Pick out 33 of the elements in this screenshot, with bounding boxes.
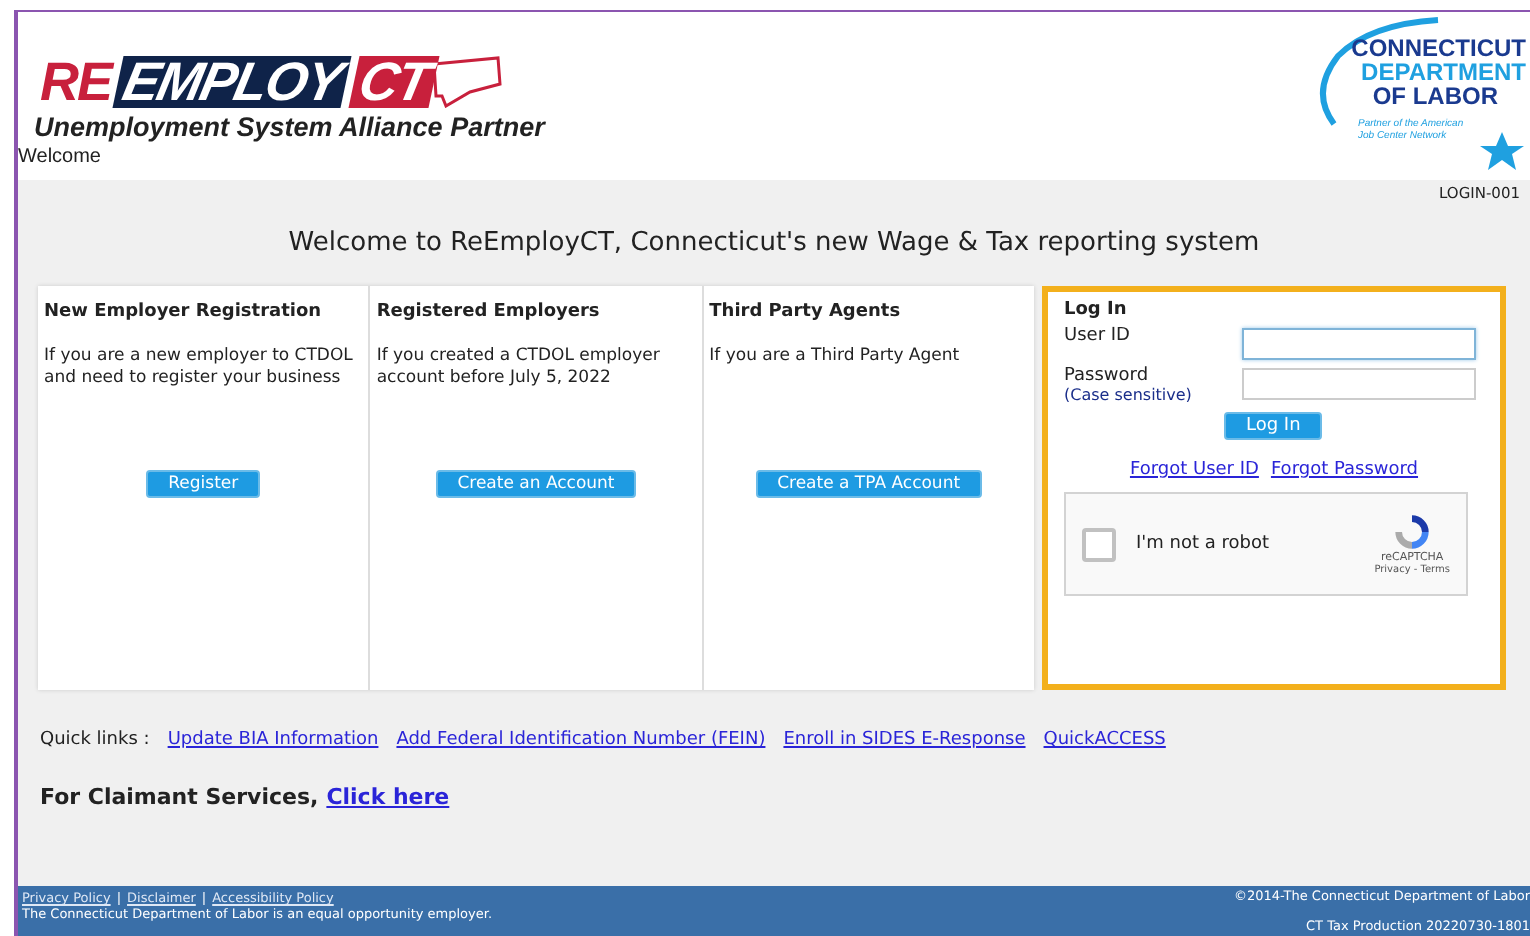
welcome-text: Welcome [18,146,103,168]
recaptcha-icon [1392,512,1433,552]
quick-link[interactable]: Enroll in SIDES E-Response [783,730,1026,750]
logo-line: CONNECTICUT [1349,36,1526,60]
logo-word: CT [347,56,439,108]
input-field[interactable] [1242,368,1476,400]
claimant-link[interactable]: Click here [326,784,450,810]
field-label: Password [1064,366,1151,386]
card-title: Registered Employers [376,302,602,322]
card-title: New Employer Registration [44,302,324,322]
forgot-link[interactable]: Forgot Password [1270,460,1419,480]
logo-line: DEPARTMENT [1359,60,1526,84]
input-field[interactable] [1242,328,1476,360]
quick-links-label: Quick links : [40,730,150,750]
login-title: Log In [1064,300,1129,320]
quick-link[interactable]: Add Federal Identification Number (FEIN) [396,730,766,750]
forgot-link[interactable]: Forgot User ID [1129,460,1259,480]
logo-word: EMPLOY [111,56,351,108]
claimant-text: For Claimant Services, [40,784,319,810]
logo-line: OF LABOR [1370,84,1500,108]
card-text: If you created a CTDOL employer account before July 5, 2022 [376,346,662,392]
quick-link[interactable]: QuickACCESS [1043,730,1166,750]
logo-tagline: Unemployment System Alliance Partner [34,112,545,142]
quick-link[interactable]: Update BIA Information [167,730,379,750]
card-text: If you are a Third Party Agent [709,346,962,370]
captcha-label: I'm not a robot [1136,534,1271,554]
page-heading: Welcome to ReEmployCT, Connecticut's new Wage & Tax reporting system [286,228,1262,258]
card-title: Third Party Agents [709,302,903,322]
logo-word: RE [38,56,116,108]
field-hint: (Case sensitive) [1064,386,1192,404]
captcha-checkbox[interactable] [1082,527,1116,561]
field-label: User ID [1064,326,1130,346]
card-text: If you are a new employer to CTDOL and need to register your business [44,346,355,392]
